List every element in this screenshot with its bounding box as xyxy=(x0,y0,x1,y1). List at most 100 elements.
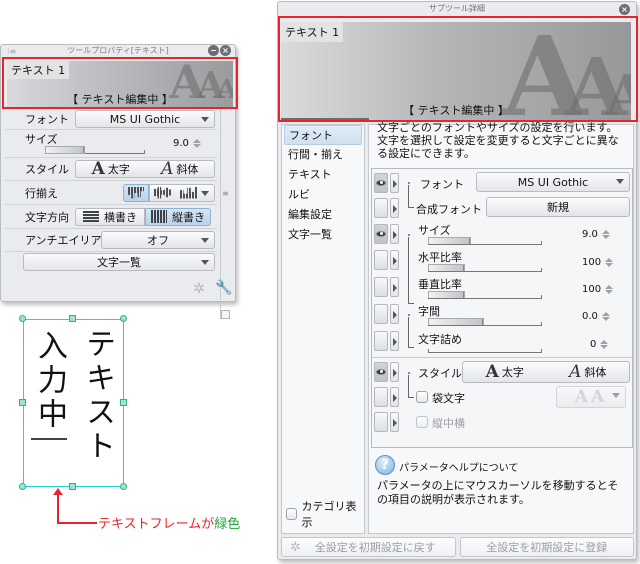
size-param-slider-track[interactable] xyxy=(428,241,542,245)
spin-up-icon[interactable] xyxy=(600,340,609,344)
spin-down-icon[interactable] xyxy=(601,235,610,239)
horizontal-label: 横書き xyxy=(104,210,137,224)
visibility-toggle-h-ratio[interactable] xyxy=(374,250,388,270)
frame-handle-right[interactable] xyxy=(120,399,127,406)
h-ratio-spinner[interactable] xyxy=(605,258,614,267)
expand-toggle-font[interactable] xyxy=(390,173,399,193)
frame-handle-left[interactable] xyxy=(19,399,26,406)
visibility-toggle-outline[interactable] xyxy=(374,387,388,407)
outline-style-dropdown[interactable]: A A xyxy=(556,386,626,408)
v-ratio-slider-track[interactable] xyxy=(428,295,542,299)
frame-handle-bottom-right[interactable] xyxy=(120,483,127,490)
spacing-spinner[interactable] xyxy=(601,312,610,321)
size-slider-track[interactable] xyxy=(85,150,145,154)
italic-param-button[interactable]: A 斜体 xyxy=(569,362,606,382)
spin-up-icon[interactable] xyxy=(605,258,614,262)
spacing-value-box[interactable]: 0.0 xyxy=(582,311,610,322)
center-align-icon[interactable] xyxy=(154,186,172,199)
visibility-toggle-font[interactable] xyxy=(374,173,388,193)
tate-chu-yoko-checkbox[interactable] xyxy=(416,416,428,428)
antialias-dropdown[interactable]: オフ xyxy=(101,231,215,249)
spin-down-icon[interactable] xyxy=(600,345,609,349)
visibility-toggle-spacing[interactable] xyxy=(374,304,388,324)
category-item-font[interactable]: フォント xyxy=(284,125,362,145)
category-display-checkbox[interactable] xyxy=(286,508,298,520)
reset-all-label: 全設定を初期設定に戻す xyxy=(314,541,436,554)
close-icon[interactable]: × xyxy=(619,4,630,15)
category-item-ruby[interactable]: ルビ xyxy=(282,185,364,205)
reset-all-button[interactable]: ✲ 全設定を初期設定に戻す xyxy=(281,537,456,557)
visibility-toggle-tate-chu-yoko[interactable] xyxy=(374,412,388,432)
reset-spinner-icon[interactable]: ✲ xyxy=(193,281,205,297)
expand-toggle-h-ratio[interactable] xyxy=(390,250,399,270)
font-param-dropdown[interactable]: MS UI Gothic xyxy=(476,172,630,192)
spin-down-icon[interactable] xyxy=(605,290,614,294)
vertical-button[interactable]: 縦書き xyxy=(145,207,211,226)
tool-property-titlebar[interactable]: ⁝≡ ツールプロパティ[テキスト] − × xyxy=(1,45,235,57)
spin-up-icon[interactable] xyxy=(601,230,610,234)
size-slider[interactable] xyxy=(45,146,85,154)
tracking-value-box[interactable]: 0 xyxy=(590,339,609,350)
top-align-button[interactable] xyxy=(123,183,149,202)
category-item-text[interactable]: テキスト xyxy=(282,165,364,185)
spin-up-icon[interactable] xyxy=(605,285,614,289)
frame-handle-bottom-left[interactable] xyxy=(19,483,26,490)
close-icon[interactable]: × xyxy=(220,45,231,56)
outline-checkbox[interactable] xyxy=(416,391,428,403)
expand-toggle-style[interactable] xyxy=(390,362,399,382)
visibility-toggle-size[interactable] xyxy=(374,224,388,244)
v-ratio-value-box[interactable]: 100 xyxy=(582,284,614,295)
spacing-slider-track[interactable] xyxy=(428,322,542,326)
category-item-char-list[interactable]: 文字一覧 xyxy=(282,225,364,245)
visibility-toggle-v-ratio[interactable] xyxy=(374,277,388,297)
font-dropdown[interactable]: MS UI Gothic xyxy=(75,110,215,128)
scroll-down-button[interactable] xyxy=(221,310,230,319)
spin-up-icon[interactable] xyxy=(192,139,201,143)
expand-toggle-v-ratio[interactable] xyxy=(390,277,399,297)
spin-up-icon[interactable] xyxy=(601,312,610,316)
frame-handle-top[interactable] xyxy=(69,315,76,322)
spin-down-icon[interactable] xyxy=(601,317,610,321)
size-spinner[interactable] xyxy=(192,139,201,148)
align-dropdown[interactable] xyxy=(149,183,215,202)
category-item-line-spacing[interactable]: 行間・揃え xyxy=(282,145,364,165)
size-value-box[interactable]: 9.0 xyxy=(173,138,201,149)
align-row: 行揃え xyxy=(5,181,217,205)
bold-button[interactable]: A 太字 xyxy=(92,159,130,179)
horizontal-button[interactable]: 横書き xyxy=(75,207,145,226)
italic-icon: A xyxy=(161,159,174,179)
h-ratio-slider-track[interactable] xyxy=(428,268,542,272)
charlist-dropdown[interactable]: 文字一覧 xyxy=(23,253,215,271)
category-display-toggle[interactable]: カテゴリ表示 xyxy=(286,498,364,530)
tracking-spinner[interactable] xyxy=(600,340,609,349)
expand-toggle-composite-font[interactable] xyxy=(390,198,399,218)
sub-tool-detail-titlebar[interactable]: サブツール詳細 × xyxy=(278,2,636,16)
spin-down-icon[interactable] xyxy=(605,263,614,267)
expand-toggle-outline[interactable] xyxy=(390,387,399,407)
visibility-toggle-composite-font[interactable] xyxy=(374,198,388,218)
tracking-slider-track[interactable] xyxy=(428,349,542,353)
minimize-icon[interactable]: − xyxy=(208,45,219,56)
expand-toggle-tate-chu-yoko[interactable] xyxy=(390,412,399,432)
bottom-align-icon[interactable] xyxy=(180,186,198,199)
visibility-toggle-style[interactable] xyxy=(374,362,388,382)
category-item-edit-settings[interactable]: 編集設定 xyxy=(282,205,364,225)
italic-button[interactable]: A 斜体 xyxy=(161,159,198,179)
new-composite-font-button[interactable]: 新規 xyxy=(486,197,630,217)
size-param-spinner[interactable] xyxy=(601,230,610,239)
register-all-button[interactable]: 全設定を初期設定に登録 xyxy=(459,537,634,557)
frame-handle-top-right[interactable] xyxy=(120,315,127,322)
frame-handle-top-left[interactable] xyxy=(19,315,26,322)
v-ratio-spinner[interactable] xyxy=(605,285,614,294)
tree-line xyxy=(408,397,414,398)
bold-param-button[interactable]: A 太字 xyxy=(486,362,524,382)
expand-toggle-tracking[interactable] xyxy=(390,331,399,351)
frame-handle-bottom[interactable] xyxy=(69,483,76,490)
expand-toggle-spacing[interactable] xyxy=(390,304,399,324)
wrench-icon[interactable]: 🔧 xyxy=(215,280,232,296)
visibility-toggle-tracking[interactable] xyxy=(374,331,388,351)
expand-toggle-size[interactable] xyxy=(390,224,399,244)
spin-down-icon[interactable] xyxy=(192,144,201,148)
size-param-value-box[interactable]: 9.0 xyxy=(582,229,610,240)
h-ratio-value-box[interactable]: 100 xyxy=(582,257,614,268)
